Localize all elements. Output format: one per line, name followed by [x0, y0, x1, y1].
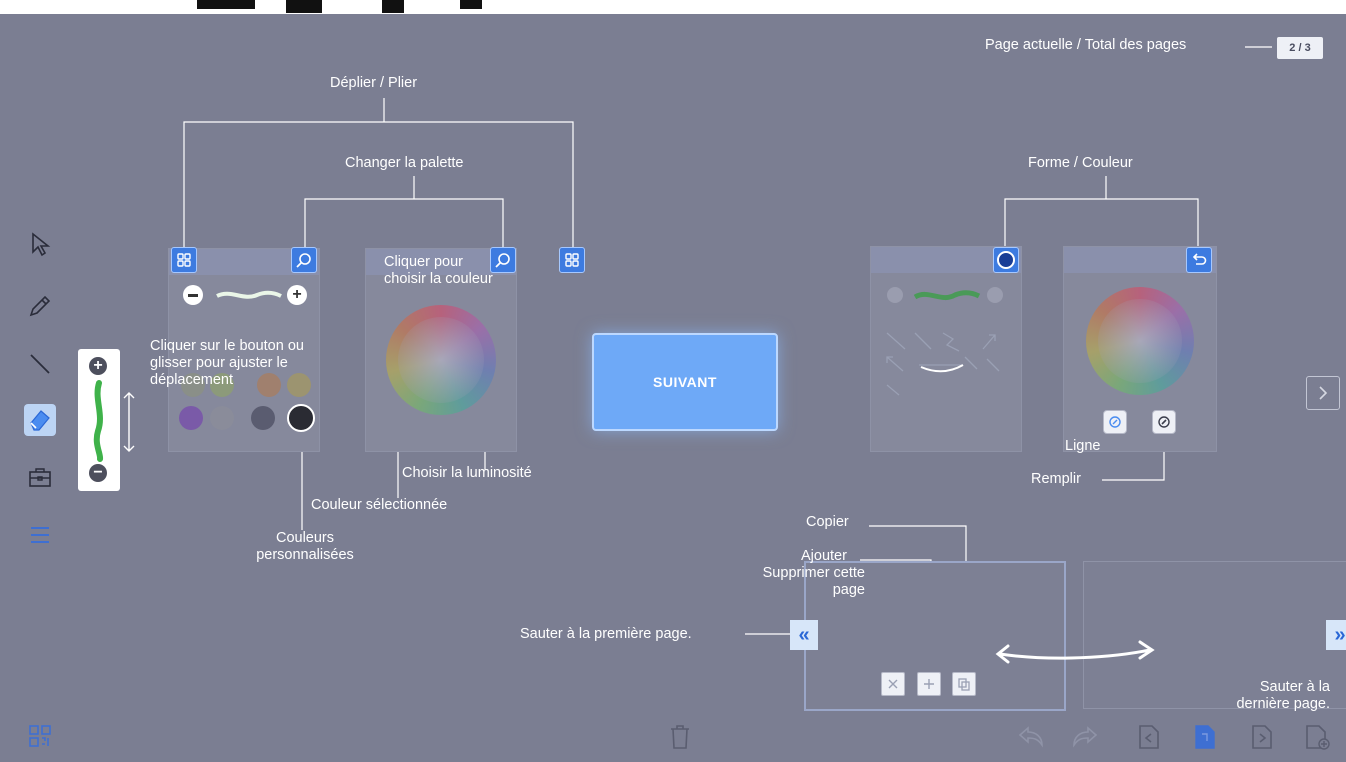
- expand-collapse-button[interactable]: [171, 247, 197, 273]
- trash-icon: [671, 725, 689, 749]
- add-page-button[interactable]: [917, 672, 941, 696]
- shape-panel: [870, 246, 1022, 452]
- fill-panel: [1063, 246, 1217, 452]
- top-strip: [0, 0, 1346, 14]
- top-glyph-fragment: [460, 0, 482, 9]
- undo-icon: [1018, 726, 1043, 748]
- drag-arrow-icon: [123, 392, 135, 452]
- top-glyph-fragment: [286, 0, 322, 13]
- pencil-tool[interactable]: [24, 290, 56, 322]
- add-page-icon: [1306, 725, 1330, 750]
- ajouter-annotation: Ajouter: [801, 548, 847, 564]
- ligne-annotation: Ligne: [1065, 438, 1101, 454]
- size-decrease-icon[interactable]: −: [89, 464, 107, 482]
- shape-color-button[interactable]: [993, 247, 1019, 273]
- undo-arrow-icon: [1192, 253, 1207, 265]
- choisir-luminosite-annotation: Choisir la luminosité: [402, 465, 532, 481]
- last-page-button[interactable]: »: [1326, 620, 1346, 650]
- change-palette-button[interactable]: [291, 247, 317, 273]
- copy-icon: [958, 678, 970, 691]
- toolbox-tool[interactable]: [24, 461, 56, 493]
- arrow-shapes-icon: [886, 332, 1000, 396]
- eraser-icon: [30, 410, 50, 431]
- delete-page-icon: [888, 679, 898, 689]
- next-page-button[interactable]: [1245, 718, 1279, 756]
- increase-size-button[interactable]: +: [287, 285, 307, 305]
- expand-collapse-button-2[interactable]: [559, 247, 585, 273]
- shape-color-wheel[interactable]: [1086, 287, 1194, 395]
- add-page-icon: [924, 679, 934, 689]
- delete-page-button[interactable]: [881, 672, 905, 696]
- copy-page-button[interactable]: [952, 672, 976, 696]
- trash-button[interactable]: [663, 718, 697, 756]
- stroke-preview: [93, 380, 104, 462]
- pencil-icon: [29, 295, 51, 317]
- page-indicator-badge: 2 / 3: [1277, 37, 1323, 59]
- shape-back-button[interactable]: [1186, 247, 1212, 273]
- couleur-selectionnee-annotation: Couleur sélectionnée: [311, 497, 448, 513]
- shape-increase-icon[interactable]: [987, 287, 1003, 303]
- eraser-tool[interactable]: [24, 404, 56, 436]
- prev-page-button[interactable]: [1132, 718, 1166, 756]
- grid-icon: [177, 253, 191, 267]
- color-wheel-center: [1098, 299, 1182, 383]
- color-dot-icon: [997, 251, 1015, 269]
- custom-color-swatch[interactable]: [179, 406, 203, 430]
- size-increase-icon[interactable]: +: [89, 357, 107, 375]
- size-adjust-popup[interactable]: + −: [78, 349, 120, 491]
- fill-mode-button[interactable]: [1152, 410, 1176, 434]
- swipe-arrow-icon: [995, 640, 1155, 664]
- color-wheel-center: [398, 317, 484, 403]
- qr-code-button[interactable]: [24, 720, 56, 752]
- current-page-button[interactable]: [1188, 718, 1222, 756]
- page-indicator-label: Page actuelle / Total des pages: [985, 37, 1187, 53]
- line-mode-icon: [1109, 416, 1121, 428]
- current-page-icon: [1195, 725, 1215, 749]
- cursor-tool[interactable]: [24, 228, 56, 260]
- palette-swap-icon: [495, 253, 510, 268]
- line-icon: [30, 354, 50, 374]
- redo-button[interactable]: [1068, 718, 1102, 756]
- couleurs-perso-annotation: Couleurs personnalisées: [256, 530, 354, 563]
- grid-icon: [565, 253, 579, 267]
- copier-annotation: Copier: [806, 514, 849, 530]
- line-tool[interactable]: [24, 348, 56, 380]
- cliquer-bouton-annotation: Cliquer sur le bouton ou glisser pour aj…: [150, 338, 304, 388]
- chevron-right-icon: [1319, 386, 1328, 400]
- prev-page-icon: [1139, 725, 1159, 749]
- sauter-premiere-annotation: Sauter à la première page.: [520, 626, 692, 642]
- cursor-icon: [32, 232, 51, 257]
- next-panel-button[interactable]: [1306, 376, 1340, 410]
- undo-button[interactable]: [1014, 718, 1048, 756]
- next-page-icon: [1252, 725, 1272, 749]
- supprimer-annotation: Supprimer cette page: [762, 565, 865, 598]
- line-mode-button[interactable]: [1103, 410, 1127, 434]
- redo-icon: [1073, 726, 1098, 748]
- palette-swap-icon: [296, 253, 311, 268]
- custom-color-swatch[interactable]: [251, 406, 275, 430]
- fill-mode-icon: [1158, 416, 1170, 428]
- cliquer-couleur-annotation: Cliquer pour choisir la couleur: [384, 254, 493, 287]
- color-wheel[interactable]: [386, 305, 496, 415]
- remplir-annotation: Remplir: [1031, 471, 1081, 487]
- menu-icon: [31, 527, 49, 543]
- first-page-button[interactable]: «: [790, 620, 818, 650]
- shape-decrease-icon[interactable]: [887, 287, 903, 303]
- suivant-button[interactable]: SUIVANT: [592, 333, 778, 431]
- menu-tool[interactable]: [24, 519, 56, 551]
- sauter-derniere-annotation: Sauter à la dernière page.: [1236, 679, 1330, 712]
- custom-color-swatch-selected[interactable]: [287, 404, 315, 432]
- deplier-plier-annotation: Déplier / Plier: [330, 75, 418, 91]
- top-glyph-fragment: [382, 0, 404, 13]
- shape-stroke-preview: [913, 290, 981, 301]
- top-glyph-fragment: [197, 0, 255, 9]
- toolbox-icon: [29, 468, 51, 487]
- forme-couleur-annotation: Forme / Couleur: [1028, 155, 1133, 171]
- decrease-size-button[interactable]: [183, 285, 203, 305]
- qr-code-icon: [29, 725, 51, 747]
- changer-palette-annotation: Changer la palette: [345, 155, 464, 171]
- stroke-width-preview: [216, 290, 282, 299]
- custom-color-swatch[interactable]: [210, 406, 234, 430]
- add-page-bottom-button[interactable]: [1301, 718, 1335, 756]
